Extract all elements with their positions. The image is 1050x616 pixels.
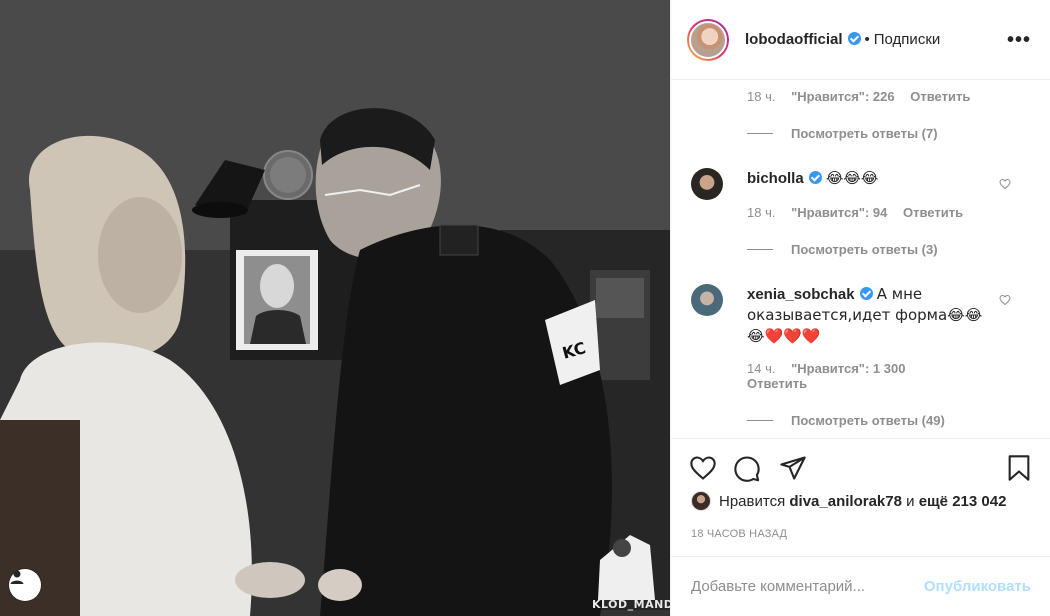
like-comment-heart-icon[interactable]: [999, 178, 1011, 190]
following-button[interactable]: Подписки: [874, 31, 941, 48]
verified-badge-icon: [847, 32, 861, 45]
comment-item: bicholla 😂😂😂 18 ч. "Нравится": 94 Ответи…: [691, 168, 1031, 248]
like-comment-heart-icon[interactable]: [999, 294, 1011, 306]
reply-button[interactable]: Ответить: [903, 205, 963, 220]
user-silhouette-icon: [10, 570, 24, 584]
view-replies-button[interactable]: Посмотреть ответы (3): [747, 242, 938, 257]
author-avatar[interactable]: [687, 18, 729, 61]
commenter-username[interactable]: bicholla: [747, 170, 822, 187]
bookmark-icon[interactable]: [1005, 454, 1033, 482]
like-heart-icon[interactable]: [689, 454, 717, 482]
photo-illustration: KC: [0, 0, 670, 616]
share-plane-icon[interactable]: [779, 454, 807, 482]
add-comment-bar: Опубликовать: [671, 556, 1050, 616]
post-sidebar: lobodaofficial • Подписки ••• 18 ч. "Нра…: [670, 0, 1050, 616]
liker-avatar[interactable]: [691, 491, 711, 511]
view-replies-button[interactable]: Посмотреть ответы (49): [747, 413, 945, 428]
ellipsis-icon[interactable]: •••: [1007, 30, 1031, 50]
comment-likes[interactable]: "Нравится": 1 300: [791, 361, 905, 376]
comment-bubble-icon[interactable]: [733, 454, 761, 482]
comment-meta: 18 ч. "Нравится": 226 Ответить: [747, 89, 982, 104]
verified-badge-icon: [859, 287, 873, 300]
comments-list[interactable]: 18 ч. "Нравится": 226 Ответить Посмотрет…: [671, 80, 1050, 438]
post-header: lobodaofficial • Подписки •••: [671, 0, 1050, 80]
comment-time: 18 ч.: [747, 89, 776, 104]
comment-text: xenia_sobchak А мне оказывается,идет фор…: [747, 284, 997, 347]
comment-content: 😂😂😂: [825, 169, 879, 187]
liker-username[interactable]: diva_anilorak78: [789, 493, 902, 510]
replies-divider: [747, 249, 773, 250]
commenter-avatar[interactable]: [691, 168, 723, 200]
header-separator: •: [864, 31, 870, 48]
reply-button[interactable]: Ответить: [747, 376, 807, 391]
publish-button[interactable]: Опубликовать: [924, 578, 1031, 595]
tagged-users-button[interactable]: [9, 569, 41, 601]
post-timestamp: 18 ЧАСОВ НАЗАД: [691, 528, 788, 540]
verified-badge-icon: [808, 171, 822, 184]
commenter-avatar[interactable]: [691, 284, 723, 316]
reply-button[interactable]: Ответить: [910, 89, 970, 104]
replies-divider: [747, 133, 773, 134]
comment-meta: 14 ч. "Нравится": 1 300 Ответить: [747, 361, 917, 391]
comment-time: 14 ч.: [747, 361, 776, 376]
action-bar-divider: [671, 438, 1050, 439]
comment-meta: 18 ч. "Нравится": 94 Ответить: [747, 205, 975, 220]
comment-text: bicholla 😂😂😂: [747, 168, 997, 189]
view-replies-button[interactable]: Посмотреть ответы (7): [747, 126, 938, 141]
likes-summary: Нравится diva_anilorak78 и ещё 213 042: [691, 491, 1006, 511]
comment-likes[interactable]: "Нравится": 226: [791, 89, 895, 104]
comment-input[interactable]: [691, 578, 924, 595]
comment-time: 18 ч.: [747, 205, 776, 220]
likes-prefix: Нравится: [719, 492, 786, 510]
comment-item: xenia_sobchak А мне оказывается,идет фор…: [691, 284, 1031, 404]
author-username[interactable]: lobodaofficial: [745, 31, 861, 48]
commenter-username[interactable]: xenia_sobchak: [747, 286, 873, 303]
post-photo[interactable]: KC KLOD_MANDE: [0, 0, 670, 616]
likes-connector: и: [906, 492, 915, 510]
likes-count-button[interactable]: ещё 213 042: [919, 493, 1007, 510]
comment-likes[interactable]: "Нравится": 94: [791, 205, 887, 220]
replies-divider: [747, 420, 773, 421]
photo-watermark: KLOD_MANDE: [592, 598, 670, 611]
